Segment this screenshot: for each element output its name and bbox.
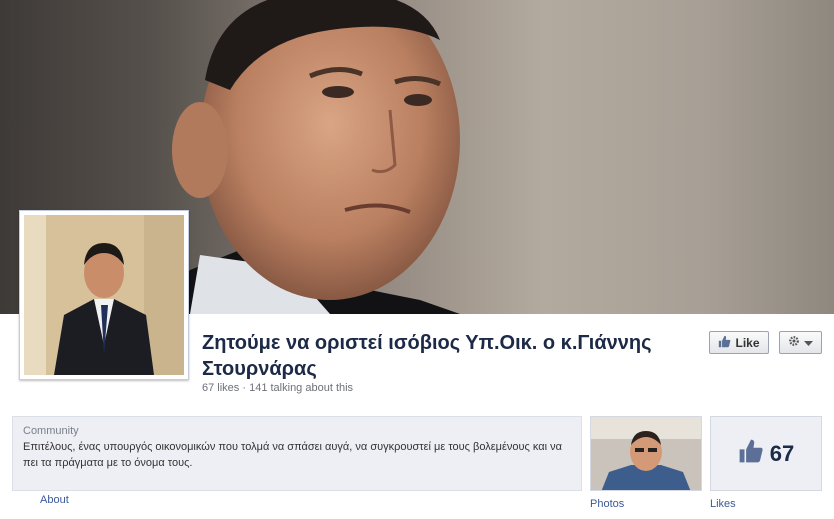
gear-icon bbox=[788, 335, 800, 350]
profile-portrait-image bbox=[24, 215, 184, 375]
page-category: Community bbox=[23, 425, 79, 437]
about-link[interactable]: About bbox=[40, 494, 69, 506]
about-panel[interactable]: Community Επιτέλους, ένας υπουργός οικον… bbox=[12, 416, 582, 491]
photo-thumbnail-image bbox=[591, 417, 701, 490]
stats-separator: · bbox=[242, 382, 247, 394]
page-stats: 67 likes · 141 talking about this bbox=[202, 382, 353, 394]
talking-about-text: 141 talking about this bbox=[249, 382, 354, 394]
chevron-down-icon bbox=[804, 336, 813, 350]
photos-thumbnail[interactable] bbox=[590, 416, 702, 491]
profile-picture[interactable] bbox=[19, 210, 189, 380]
page-title: Ζητούμε να οριστεί ισόβιος Υπ.Οικ. ο κ.Γ… bbox=[202, 332, 652, 380]
settings-dropdown-button[interactable] bbox=[779, 331, 822, 354]
likes-count: 67 bbox=[769, 440, 795, 466]
thumbs-up-icon bbox=[738, 438, 764, 469]
likes-box[interactable]: 67 bbox=[710, 416, 822, 491]
like-button[interactable]: Like bbox=[709, 331, 769, 354]
thumbs-up-icon bbox=[718, 335, 731, 351]
like-button-label: Like bbox=[735, 335, 760, 350]
likes-link[interactable]: Likes bbox=[710, 498, 736, 510]
photos-link[interactable]: Photos bbox=[590, 498, 624, 510]
page-description: Επιτέλους, ένας υπουργός οικονομικών που… bbox=[23, 441, 562, 469]
likes-count-text[interactable]: 67 likes bbox=[202, 382, 239, 394]
